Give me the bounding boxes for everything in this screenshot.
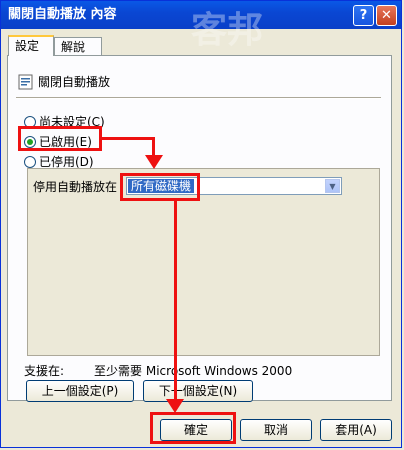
drive-select[interactable]: 所有磁碟機 ▼ — [126, 177, 342, 195]
radio-enabled[interactable]: 已啟用(E) — [24, 133, 92, 150]
help-icon: ? — [359, 8, 368, 23]
chevron-down-icon[interactable]: ▼ — [325, 179, 340, 193]
title-bar[interactable]: 關閉自動播放 內容 — [1, 1, 401, 29]
support-label: 支援在: — [24, 364, 65, 378]
close-button[interactable]: ✕ — [376, 5, 397, 26]
radio-not-configured[interactable]: 尚未設定(C) — [24, 113, 105, 130]
options-label: 停用自動播放在 — [33, 180, 118, 194]
support-value: 至少需要 Microsoft Windows 2000 — [94, 364, 293, 378]
radio-indicator — [24, 115, 36, 128]
drive-select-value: 所有磁碟機 — [128, 179, 195, 193]
divider — [16, 97, 381, 99]
support-info: 支援在: 至少需要 Microsoft Windows 2000 — [24, 362, 292, 379]
apply-button[interactable]: 套用(A) — [320, 419, 392, 441]
radio-label: 尚未設定(C) — [39, 115, 105, 129]
tab-explain[interactable]: 解說 — [54, 37, 102, 56]
tab-settings[interactable]: 設定 — [8, 35, 54, 56]
policy-name: 關閉自動播放 — [38, 75, 111, 89]
window-title: 關閉自動播放 內容 — [8, 7, 117, 22]
radio-label: 已啟用(E) — [39, 135, 92, 149]
next-setting-button[interactable]: 下一個設定(N) — [143, 380, 253, 402]
options-box — [27, 168, 380, 356]
close-icon: ✕ — [381, 8, 392, 23]
help-button[interactable]: ? — [353, 5, 374, 26]
policy-icon — [18, 74, 34, 90]
ok-button[interactable]: 確定 — [160, 419, 232, 441]
prev-setting-button[interactable]: 上一個設定(P) — [26, 380, 134, 402]
radio-indicator — [24, 135, 36, 148]
cancel-button[interactable]: 取消 — [240, 419, 312, 441]
policy-header: 關閉自動播放 — [18, 73, 110, 90]
radio-indicator — [24, 155, 36, 168]
